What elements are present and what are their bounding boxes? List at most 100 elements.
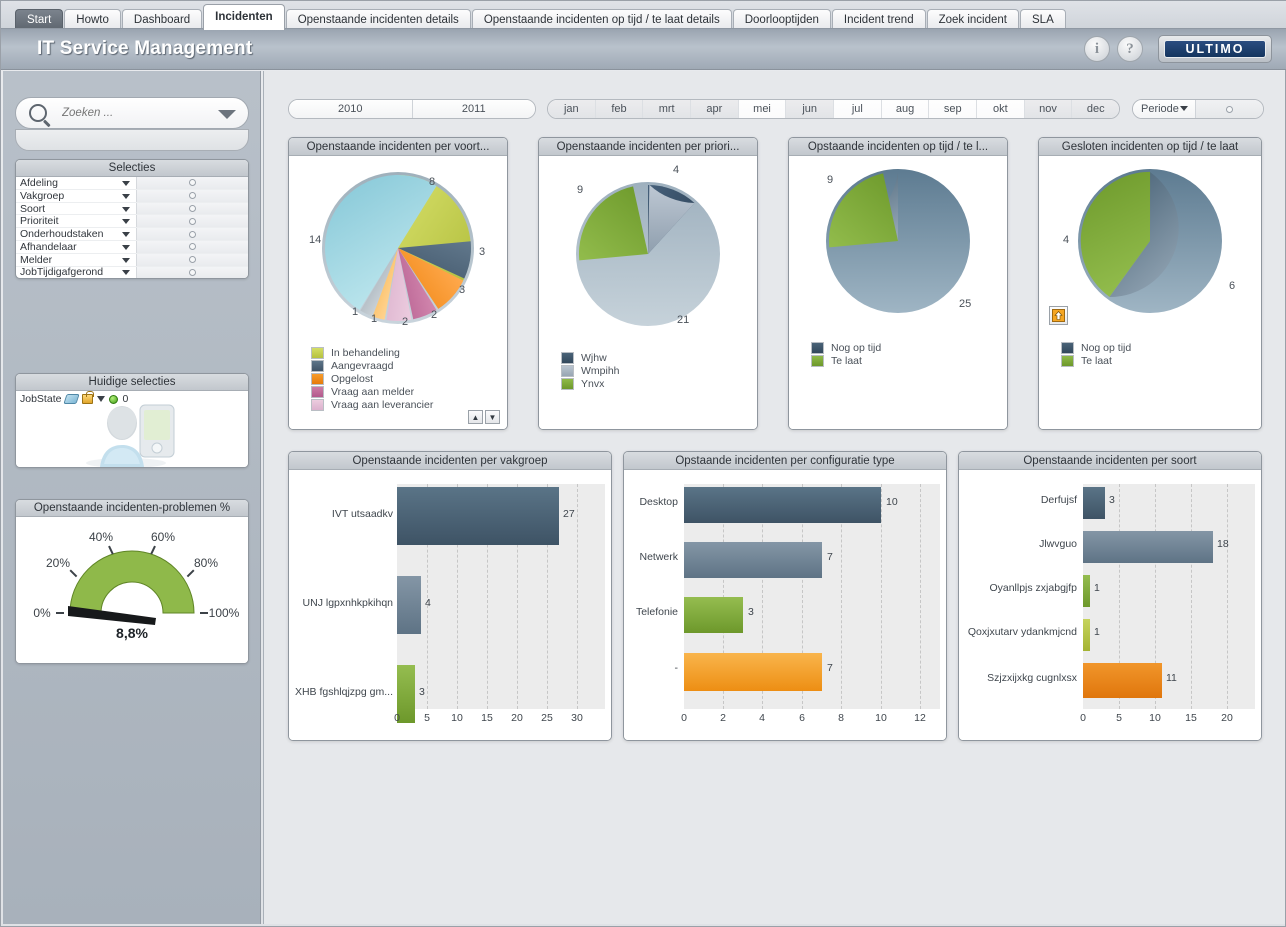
selectie-value[interactable] [136, 202, 248, 215]
bar-derfujsf[interactable] [1083, 487, 1105, 519]
selectie-row-afhandelaar[interactable]: Afhandelaar [16, 241, 248, 254]
bar-netwerk[interactable] [684, 542, 822, 578]
periode-value[interactable] [1195, 100, 1263, 118]
selectie-value[interactable] [136, 189, 248, 202]
tab-howto[interactable]: Howto [64, 9, 121, 30]
status-ring-icon [189, 243, 196, 251]
month-button-nov[interactable]: nov [1024, 100, 1073, 118]
year-button-2011[interactable]: 2011 [412, 100, 535, 118]
tab-start[interactable]: Start [15, 9, 64, 30]
selectie-row-prioriteit[interactable]: Prioriteit [16, 215, 248, 229]
pie-chart-gesloten[interactable]: 6 4 Nog op tijd Te laat [1039, 156, 1261, 429]
bar-chart-configuratie[interactable]: Desktop Netwerk Telefonie - 10 7 3 7 0 2… [624, 470, 946, 740]
chevron-down-icon[interactable] [122, 232, 130, 238]
selectie-value[interactable] [136, 253, 248, 266]
pie-chart-voortgang[interactable]: 8 3 3 2 2 1 1 14 In behandeling Aangevra… [289, 156, 507, 429]
bar-chart-vakgroep[interactable]: IVT utsaadkv UNJ lgpxnhkpkihqn XHB fgshl… [289, 470, 611, 740]
bar-jlwvguo[interactable] [1083, 531, 1213, 563]
bar-chart-soort[interactable]: Derfujsf Jlwvguo Oyanllpjs zxjabgjfp Qox… [959, 470, 1261, 740]
legend-item[interactable]: Aangevraagd [311, 359, 433, 372]
bar-ivt[interactable] [397, 487, 559, 545]
info-icon[interactable]: i [1084, 36, 1110, 62]
bar-value-label: 3 [419, 686, 425, 698]
selectie-row-melder[interactable]: Melder [16, 254, 248, 267]
legend-item[interactable]: Wmpihh [561, 364, 620, 377]
bar-leeg[interactable] [684, 653, 822, 691]
tab-sla[interactable]: SLA [1020, 9, 1066, 30]
selectie-row-soort[interactable]: Soort [16, 203, 248, 216]
tab-incidenten[interactable]: Incidenten [203, 4, 285, 30]
month-button-sep[interactable]: sep [929, 100, 978, 118]
scroll-down-button[interactable]: ▼ [485, 410, 500, 424]
chevron-down-icon[interactable] [218, 110, 236, 119]
x-tick-label: 4 [759, 712, 765, 724]
tab-incident-trend[interactable]: Incident trend [831, 9, 926, 30]
bar-szjzxijxkg[interactable] [1083, 663, 1162, 698]
chevron-down-icon[interactable] [122, 257, 130, 263]
chevron-down-icon[interactable] [122, 206, 130, 212]
pie-chart-prioriteit[interactable]: 4 21 9 Wjhw Wmpihh Ynvx [539, 156, 757, 429]
month-button-dec[interactable]: dec [1072, 100, 1119, 118]
legend-item[interactable]: Vraag aan melder [311, 385, 433, 398]
year-button-2010[interactable]: 2010 [289, 100, 413, 118]
tab-dashboard[interactable]: Dashboard [121, 9, 203, 30]
tab-doorlooptijden[interactable]: Doorlooptijden [732, 9, 831, 30]
bar-category-label: IVT utsaadkv [331, 508, 393, 520]
legend-item[interactable]: Vraag aan leverancier [311, 398, 433, 411]
month-button-mrt[interactable]: mrt [643, 100, 692, 118]
status-ring-icon [189, 204, 196, 212]
selectie-value[interactable] [136, 215, 248, 228]
month-button-mei[interactable]: mei [738, 100, 787, 118]
bar-telefonie[interactable] [684, 597, 743, 633]
chevron-down-icon[interactable] [122, 180, 130, 186]
search-input[interactable] [60, 104, 210, 122]
legend-label: Ynvx [581, 377, 605, 390]
legend-item[interactable]: Te laat [811, 354, 881, 367]
legend-item[interactable]: Te laat [1061, 354, 1131, 367]
legend-swatch-icon [561, 364, 574, 377]
pie-chart-op-tijd[interactable]: 25 9 Nog op tijd Te laat [789, 156, 1007, 429]
month-button-jun[interactable]: jun [786, 100, 835, 118]
bar-value-label: 11 [1166, 672, 1177, 684]
chevron-down-icon[interactable] [122, 270, 130, 276]
month-button-feb[interactable]: feb [595, 100, 644, 118]
bar-unj[interactable] [397, 576, 421, 634]
tab-zoek-incident[interactable]: Zoek incident [926, 9, 1019, 30]
legend-item[interactable]: Opgelost [311, 372, 433, 385]
chevron-down-icon[interactable] [122, 193, 130, 199]
help-icon[interactable]: ? [1117, 36, 1143, 62]
scroll-up-button[interactable]: ▲ [468, 410, 483, 424]
bar-qoxjxutarv[interactable] [1083, 619, 1090, 651]
selectie-value[interactable] [136, 266, 248, 278]
chevron-down-icon[interactable] [122, 219, 130, 225]
month-button-okt[interactable]: okt [977, 100, 1025, 118]
month-button-aug[interactable]: aug [881, 100, 930, 118]
chevron-down-icon[interactable] [122, 244, 130, 250]
legend-item[interactable]: Nog op tijd [1061, 341, 1131, 354]
bar-oyanllpjs[interactable] [1083, 575, 1090, 607]
legend-item[interactable]: In behandeling [311, 346, 433, 359]
selectie-value[interactable] [136, 228, 248, 240]
selectie-value[interactable] [136, 240, 248, 253]
legend-item[interactable]: Nog op tijd [811, 341, 881, 354]
bar-desktop[interactable] [684, 487, 881, 523]
chevron-down-icon[interactable] [1180, 106, 1188, 111]
month-button-jan[interactable]: jan [548, 100, 596, 118]
legend-item[interactable]: Wjhw [561, 351, 620, 364]
periode-label-wrap[interactable]: Periode [1133, 100, 1195, 118]
search-box[interactable] [15, 97, 249, 129]
month-button-jul[interactable]: jul [834, 100, 882, 118]
chart-panel-per-soort: Openstaande incidenten per soort Derfujs… [958, 451, 1262, 741]
selectie-row-vakgroep[interactable]: Vakgroep [16, 190, 248, 203]
tab-optijd-details[interactable]: Openstaande incidenten op tijd / te laat… [471, 9, 732, 30]
month-button-apr[interactable]: apr [691, 100, 739, 118]
selectie-row-jobtijdigafgerond[interactable]: JobTijdigafgerond [16, 266, 248, 278]
legend-item[interactable]: Ynvx [561, 377, 620, 390]
selectie-row-onderhoudstaken[interactable]: Onderhoudstaken [16, 228, 248, 241]
tab-open-details[interactable]: Openstaande incidenten details [285, 9, 471, 30]
selectie-row-afdeling[interactable]: Afdeling [16, 177, 248, 190]
page-title: IT Service Management [37, 38, 253, 59]
selectie-value[interactable] [136, 177, 248, 189]
pie-label-wjhw: 4 [673, 164, 680, 176]
drill-up-button[interactable] [1049, 306, 1068, 325]
